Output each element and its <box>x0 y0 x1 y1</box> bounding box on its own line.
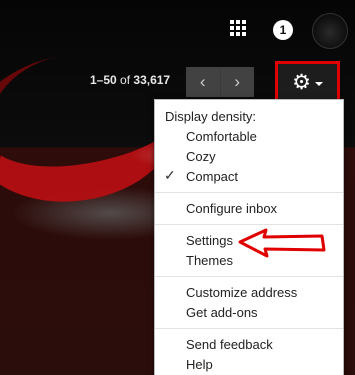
settings-gear-button[interactable]: ⚙ <box>275 61 340 103</box>
pagination-buttons: ‹ › <box>186 67 254 97</box>
newer-button[interactable]: ‹ <box>186 67 221 97</box>
menu-item-get-addons[interactable]: Get add-ons <box>186 305 258 320</box>
menu-item-customize-address[interactable]: Customize address <box>186 285 297 300</box>
older-button[interactable]: › <box>220 67 254 97</box>
menu-divider <box>155 328 343 329</box>
menu-item-themes[interactable]: Themes <box>186 253 233 268</box>
account-avatar[interactable] <box>312 13 348 49</box>
pagination-total: 33,617 <box>133 73 171 87</box>
menu-item-send-feedback[interactable]: Send feedback <box>186 337 273 352</box>
apps-grid-icon[interactable] <box>230 20 246 36</box>
display-density-header: Display density: <box>165 109 257 124</box>
menu-divider <box>155 276 343 277</box>
pagination-of: of <box>120 73 131 87</box>
menu-item-comfortable[interactable]: Comfortable <box>186 129 257 144</box>
gear-icon: ⚙ <box>292 70 311 94</box>
notification-badge[interactable]: 1 <box>273 20 293 40</box>
menu-item-help[interactable]: Help <box>186 357 213 372</box>
pagination-range: 1–50 <box>90 73 117 87</box>
menu-item-configure-inbox[interactable]: Configure inbox <box>186 201 277 216</box>
menu-divider <box>155 224 343 225</box>
menu-item-settings[interactable]: Settings <box>186 233 233 248</box>
chevron-right-icon: › <box>234 72 241 91</box>
pagination-label: 1–50 of 33,617 <box>90 73 170 87</box>
checkmark-icon: ✓ <box>164 167 176 183</box>
caret-down-icon <box>314 81 323 86</box>
menu-divider <box>155 192 343 193</box>
menu-item-cozy[interactable]: Cozy <box>186 149 216 164</box>
menu-item-compact[interactable]: Compact <box>186 169 238 184</box>
annotation-arrow-icon <box>238 228 326 258</box>
chevron-left-icon: ‹ <box>199 72 206 91</box>
